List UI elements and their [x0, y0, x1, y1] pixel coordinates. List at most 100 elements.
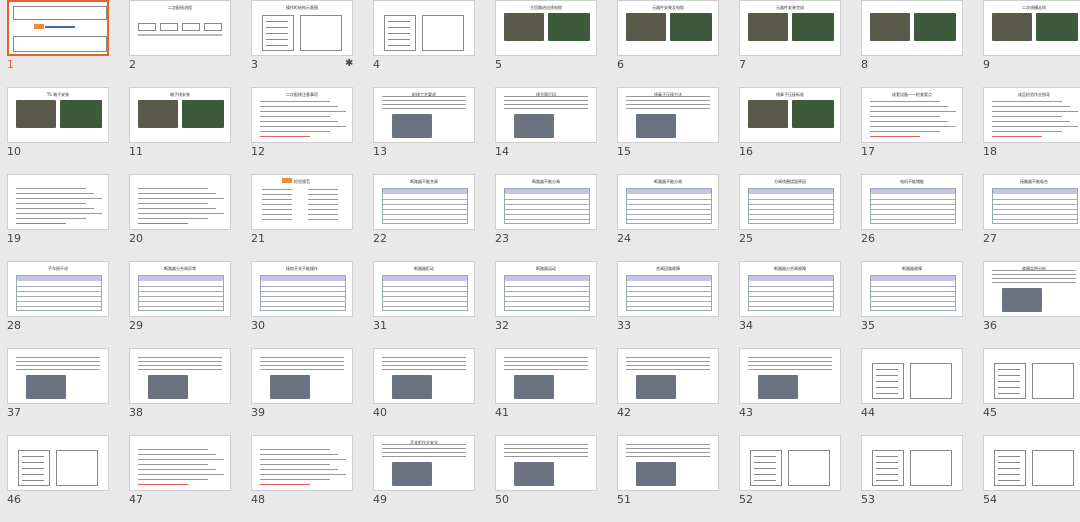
slide-preview[interactable]: [373, 348, 475, 404]
slide-thumbnail-36[interactable]: 故障实例分析 36: [976, 261, 1080, 348]
slide-preview[interactable]: 线号管打印: [495, 87, 597, 143]
slide-preview[interactable]: 二次配线流程: [129, 0, 231, 56]
slide-thumbnail-6[interactable]: 元器件安装及电缆 6: [610, 0, 730, 87]
slide-thumbnail-46[interactable]: 46: [0, 435, 120, 522]
slide-preview[interactable]: 开关柜作业安全: [373, 435, 475, 491]
slide-thumbnail-52[interactable]: 52: [732, 435, 852, 522]
slide-preview[interactable]: 元器件安装及电缆: [617, 0, 719, 56]
slide-thumbnail-15[interactable]: 线鼻子压接方法 15: [610, 87, 730, 174]
slide-thumbnail-48[interactable]: 48: [244, 435, 364, 522]
slide-thumbnail-11[interactable]: 端子排安装 11: [122, 87, 242, 174]
slide-thumbnail-24[interactable]: 断路器不能分闸 24: [610, 174, 730, 261]
slide-preview[interactable]: 端子排安装: [129, 87, 231, 143]
slide-preview[interactable]: [373, 0, 475, 56]
slide-preview[interactable]: 断路器分合闸故障: [739, 261, 841, 317]
slide-preview[interactable]: [983, 435, 1080, 491]
slide-thumbnail-12[interactable]: 二次配线注意事项 12: [244, 87, 364, 174]
slide-thumbnail-4[interactable]: 4: [366, 0, 486, 87]
slide-thumbnail-29[interactable]: 断路器分合闸异常 29: [122, 261, 242, 348]
slide-thumbnail-27[interactable]: 接触器不能吸合 27: [976, 174, 1080, 261]
slide-thumbnail-32[interactable]: 断路器误动 32: [488, 261, 608, 348]
slide-preview[interactable]: 配线工艺要求: [373, 87, 475, 143]
slide-preview[interactable]: 主回路进出线电缆: [495, 0, 597, 56]
slide-preview[interactable]: [129, 174, 231, 230]
slide-thumbnail-50[interactable]: 50: [488, 435, 608, 522]
slide-preview[interactable]: [739, 348, 841, 404]
slide-preview[interactable]: 断路器不能分闸: [495, 174, 597, 230]
slide-preview[interactable]: 二次配线注意事项: [251, 87, 353, 143]
slide-thumbnail-30[interactable]: 接地开关不能操作 30: [244, 261, 364, 348]
slide-thumbnail-17[interactable]: 成套设备——检查要点 17: [854, 87, 974, 174]
slide-preview[interactable]: 检验规范: [251, 174, 353, 230]
slide-thumbnail-9[interactable]: 二次线槽走线 9: [976, 0, 1080, 87]
slide-thumbnail-28[interactable]: 手车摇不进 28: [0, 261, 120, 348]
slide-thumbnail-23[interactable]: 断路器不能分闸 23: [488, 174, 608, 261]
slide-preview[interactable]: [861, 435, 963, 491]
slide-thumbnail-18[interactable]: 成品检验作业指导 18: [976, 87, 1080, 174]
slide-preview[interactable]: 线鼻子压接方法: [617, 87, 719, 143]
slide-thumbnail-49[interactable]: 开关柜作业安全 49: [366, 435, 486, 522]
slide-thumbnail-54[interactable]: 54: [976, 435, 1080, 522]
slide-preview[interactable]: [7, 174, 109, 230]
slide-preview[interactable]: [495, 435, 597, 491]
slide-preview[interactable]: 接触器不能吸合: [983, 174, 1080, 230]
slide-thumbnail-38[interactable]: 38: [122, 348, 242, 435]
slide-thumbnail-21[interactable]: 检验规范 21: [244, 174, 364, 261]
slide-preview[interactable]: [7, 0, 109, 56]
slide-thumbnail-16[interactable]: 线鼻子压接标准 16: [732, 87, 852, 174]
slide-thumbnail-34[interactable]: 断路器分合闸故障 34: [732, 261, 852, 348]
slide-thumbnail-19[interactable]: 19: [0, 174, 120, 261]
slide-preview[interactable]: 故障实例分析: [983, 261, 1080, 317]
slide-thumbnail-2[interactable]: 二次配线流程 2: [122, 0, 242, 87]
slide-preview[interactable]: 断路器故障: [861, 261, 963, 317]
slide-preview[interactable]: 分闸线圈烧毁原因: [739, 174, 841, 230]
slide-thumbnail-1[interactable]: 1: [0, 0, 120, 87]
slide-thumbnail-33[interactable]: 合闸回路故障 33: [610, 261, 730, 348]
slide-thumbnail-8[interactable]: 8: [854, 0, 974, 87]
slide-preview[interactable]: 手车摇不进: [7, 261, 109, 317]
slide-preview[interactable]: 元器件安装完成: [739, 0, 841, 56]
slide-preview[interactable]: [129, 435, 231, 491]
slide-preview[interactable]: 操作柜结构示意图: [251, 0, 353, 56]
slide-preview[interactable]: 合闸回路故障: [617, 261, 719, 317]
slide-thumbnail-25[interactable]: 分闸线圈烧毁原因 25: [732, 174, 852, 261]
slide-preview[interactable]: [7, 435, 109, 491]
slide-thumbnail-7[interactable]: 元器件安装完成 7: [732, 0, 852, 87]
slide-thumbnail-40[interactable]: 40: [366, 348, 486, 435]
slide-preview[interactable]: 断路器不能合闸: [373, 174, 475, 230]
slide-preview[interactable]: [983, 348, 1080, 404]
slide-preview[interactable]: [251, 435, 353, 491]
slide-preview[interactable]: [739, 435, 841, 491]
slide-preview[interactable]: 线鼻子压接标准: [739, 87, 841, 143]
slide-preview[interactable]: [861, 348, 963, 404]
slide-thumbnail-14[interactable]: 线号管打印 14: [488, 87, 608, 174]
slide-thumbnail-20[interactable]: 20: [122, 174, 242, 261]
slide-preview[interactable]: 断路器拒动: [373, 261, 475, 317]
slide-preview[interactable]: 电机不能储能: [861, 174, 963, 230]
slide-thumbnail-10[interactable]: TS 端子安装 10: [0, 87, 120, 174]
slide-thumbnail-45[interactable]: 45: [976, 348, 1080, 435]
slide-thumbnail-39[interactable]: 39: [244, 348, 364, 435]
slide-thumbnail-44[interactable]: 44: [854, 348, 974, 435]
slide-thumbnail-51[interactable]: 51: [610, 435, 730, 522]
slide-thumbnail-41[interactable]: 41: [488, 348, 608, 435]
slide-thumbnail-53[interactable]: 53: [854, 435, 974, 522]
slide-preview[interactable]: [495, 348, 597, 404]
slide-preview[interactable]: 断路器不能分闸: [617, 174, 719, 230]
slide-preview[interactable]: 二次线槽走线: [983, 0, 1080, 56]
slide-thumbnail-31[interactable]: 断路器拒动 31: [366, 261, 486, 348]
slide-thumbnail-3[interactable]: 操作柜结构示意图 3 ✱: [244, 0, 364, 87]
slide-thumbnail-47[interactable]: 47: [122, 435, 242, 522]
slide-preview[interactable]: [617, 435, 719, 491]
slide-thumbnail-26[interactable]: 电机不能储能 26: [854, 174, 974, 261]
slide-thumbnail-37[interactable]: 37: [0, 348, 120, 435]
slide-preview[interactable]: 断路器分合闸异常: [129, 261, 231, 317]
slide-thumbnail-35[interactable]: 断路器故障 35: [854, 261, 974, 348]
slide-thumbnail-13[interactable]: 配线工艺要求 13: [366, 87, 486, 174]
slide-thumbnail-42[interactable]: 42: [610, 348, 730, 435]
slide-thumbnail-5[interactable]: 主回路进出线电缆 5: [488, 0, 608, 87]
slide-thumbnail-43[interactable]: 43: [732, 348, 852, 435]
slide-thumbnail-22[interactable]: 断路器不能合闸 22: [366, 174, 486, 261]
slide-preview[interactable]: [251, 348, 353, 404]
slide-preview[interactable]: [861, 0, 963, 56]
